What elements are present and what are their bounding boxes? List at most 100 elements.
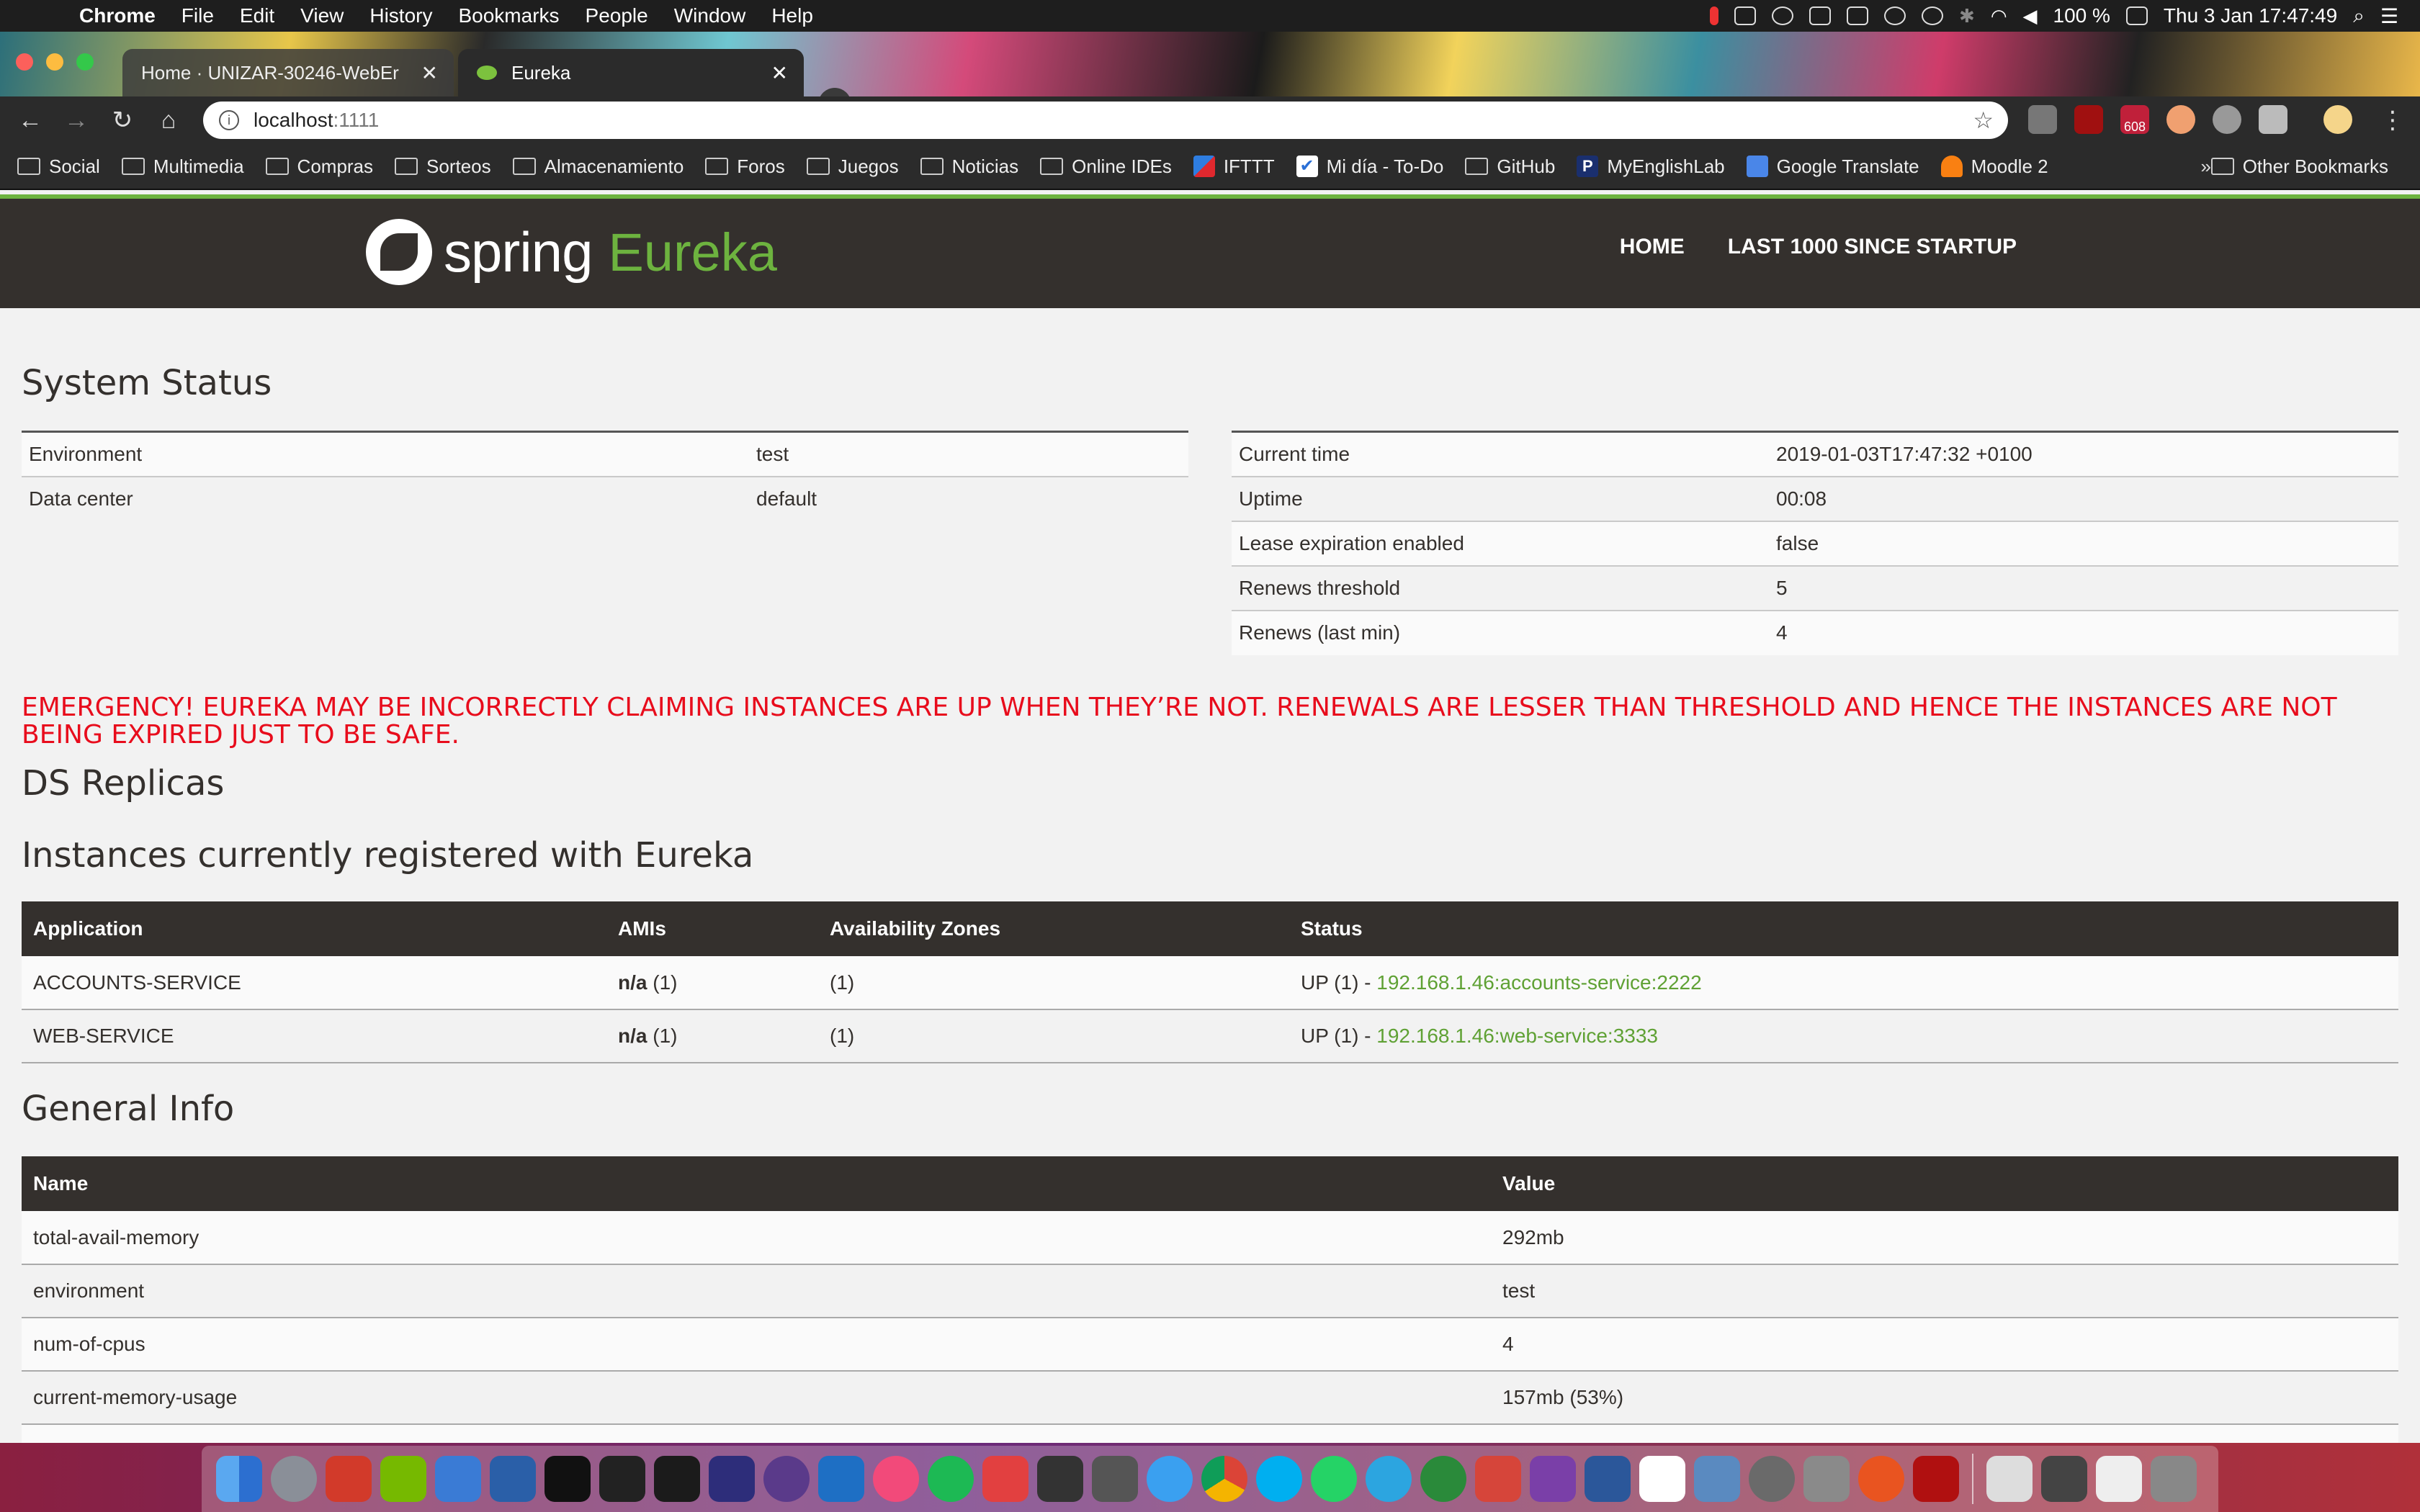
preview-icon[interactable] [1694,1456,1740,1502]
spring-eureka-logo[interactable]: spring Eureka [366,219,777,285]
status-round-icon[interactable] [1772,6,1794,25]
address-bar[interactable]: i localhost:1111 ☆ [203,102,2008,139]
chrome-menu-icon[interactable]: ⋮ [2370,106,2416,135]
bookmark-folder-social[interactable]: Social [17,156,100,178]
vscode-icon[interactable] [818,1456,864,1502]
menu-app-chrome[interactable]: Chrome [79,4,156,27]
bookmark-folder-almacenamiento[interactable]: Almacenamiento [512,156,684,178]
spotify-icon[interactable] [928,1456,974,1502]
screenshot-stack-icon[interactable] [2041,1456,2087,1502]
globe-app-icon[interactable] [1420,1456,1466,1502]
nav-home-link[interactable]: HOME [1620,235,1685,259]
itunes-icon[interactable] [873,1456,919,1502]
home-icon[interactable]: ⌂ [145,107,192,135]
safari-icon[interactable] [1147,1456,1193,1502]
github-desktop-icon[interactable] [763,1456,810,1502]
menu-edit[interactable]: Edit [240,4,274,27]
bookmark-folder-noticias[interactable]: Noticias [920,156,1018,178]
chrome-icon[interactable] [1201,1456,1247,1502]
keyboard-icon[interactable] [1037,1456,1083,1502]
close-tab-icon[interactable]: ✕ [421,61,438,85]
bookmark-folder-juegos[interactable]: Juegos [806,156,899,178]
calendar-icon[interactable] [1639,1456,1685,1502]
google-drive-icon[interactable] [2259,105,2287,134]
close-tab-icon[interactable]: ✕ [771,61,788,85]
launchpad-icon[interactable] [271,1456,317,1502]
tab-eureka[interactable]: Eureka ✕ [458,49,804,96]
bookmark-todo[interactable]: ✔ Mi día - To-Do [1296,156,1443,178]
wunderlist-icon[interactable] [1475,1456,1521,1502]
bookmark-folder-github[interactable]: GitHub [1465,156,1555,178]
terminal-icon[interactable] [544,1456,591,1502]
bookmark-folder-compras[interactable]: Compras [265,156,373,178]
spotlight-search-icon[interactable]: ⌕ [2353,4,2365,28]
extension-puzzle-icon[interactable] [2028,105,2057,134]
documents-stack-icon[interactable] [1986,1456,2033,1502]
menubar-clock[interactable]: Thu 3 Jan 17:47:49 [2164,4,2337,27]
reload-icon[interactable]: ↻ [99,106,145,135]
tab-home-unizar[interactable]: Home · UNIZAR-30246-WebEr ✕ [122,49,454,96]
forward-arrow-icon[interactable]: → [53,107,99,135]
extension-orange-icon[interactable] [2166,105,2195,134]
extension-status-icon[interactable] [1734,6,1757,25]
nvidia-icon[interactable] [380,1456,426,1502]
telegram-icon[interactable] [1366,1456,1412,1502]
menu-view[interactable]: View [300,4,344,27]
bookmark-folder-foros[interactable]: Foros [705,156,785,178]
menu-bookmarks[interactable]: Bookmarks [458,4,559,27]
bookmarks-overflow-chevron[interactable]: » [2201,156,2211,178]
menu-people[interactable]: People [586,4,648,27]
menu-history[interactable]: History [369,4,432,27]
time-machine-icon[interactable] [1922,6,1944,25]
skype-icon[interactable] [1256,1456,1302,1502]
bookmark-folder-sorteos[interactable]: Sorteos [395,156,491,178]
bookmark-folder-other[interactable]: Other Bookmarks [2210,156,2388,178]
bookmark-ifttt[interactable]: IFTTT [1193,156,1275,178]
menu-file[interactable]: File [182,4,214,27]
whatsapp-icon[interactable] [1311,1456,1357,1502]
gmail-checker-icon[interactable]: 608 [2120,105,2149,134]
ubuntu-icon[interactable] [1858,1456,1904,1502]
cloud-upload-icon[interactable] [1884,6,1906,25]
keyboard-viewer-icon[interactable] [1092,1456,1138,1502]
battery-percent[interactable]: 100 % [2053,4,2110,27]
bookmark-google-translate[interactable]: Google Translate [1746,156,1919,178]
trash-icon[interactable] [2151,1456,2197,1502]
acrobat-reader-icon[interactable] [1913,1456,1959,1502]
box-icon[interactable] [1847,6,1869,25]
word-icon[interactable] [1585,1456,1631,1502]
system-preferences-icon[interactable] [1749,1456,1795,1502]
volume-icon[interactable]: ◀ [2023,5,2038,27]
profile-avatar[interactable] [2323,105,2352,134]
mail-beta-icon[interactable] [982,1456,1028,1502]
menu-help[interactable]: Help [771,4,813,27]
bluetooth-icon[interactable]: ✱ [1959,5,1975,27]
bookmark-star-icon[interactable]: ☆ [1973,107,1994,134]
instance-link[interactable]: 192.168.1.46:web-service:3333 [1376,1025,1658,1047]
zoom-window-button[interactable] [76,53,94,71]
close-window-button[interactable] [16,53,33,71]
remote-desktop-icon[interactable] [435,1456,481,1502]
pdf-stack-icon[interactable] [2096,1456,2142,1502]
finder-icon[interactable] [216,1456,262,1502]
bookmark-moodle[interactable]: Moodle 2 [1940,156,2048,178]
activity-monitor-icon[interactable] [599,1456,645,1502]
menu-window[interactable]: Window [674,4,746,27]
wifi-icon[interactable]: ◠ [1991,5,2007,27]
minimize-window-button[interactable] [46,53,63,71]
notification-center-icon[interactable]: ☰ [2380,4,2398,28]
battery-icon[interactable] [2125,6,2148,25]
intellij-idea-icon[interactable] [654,1456,700,1502]
bookmark-myenglishlab[interactable]: P MyEnglishLab [1577,156,1725,178]
datagrip-icon[interactable] [709,1456,755,1502]
bookmark-folder-multimedia[interactable]: Multimedia [121,156,244,178]
arcade-joystick-icon[interactable] [326,1456,372,1502]
parallels-icon[interactable] [1710,6,1719,25]
stack-icon[interactable] [1809,6,1832,25]
back-arrow-icon[interactable]: ← [7,107,53,135]
ublock-origin-icon[interactable] [2074,105,2103,134]
site-info-icon[interactable]: i [219,110,239,130]
virtualbox-icon[interactable] [490,1456,536,1502]
pen-tool-icon[interactable] [1803,1456,1850,1502]
bookmark-folder-online-ides[interactable]: Online IDEs [1040,156,1172,178]
